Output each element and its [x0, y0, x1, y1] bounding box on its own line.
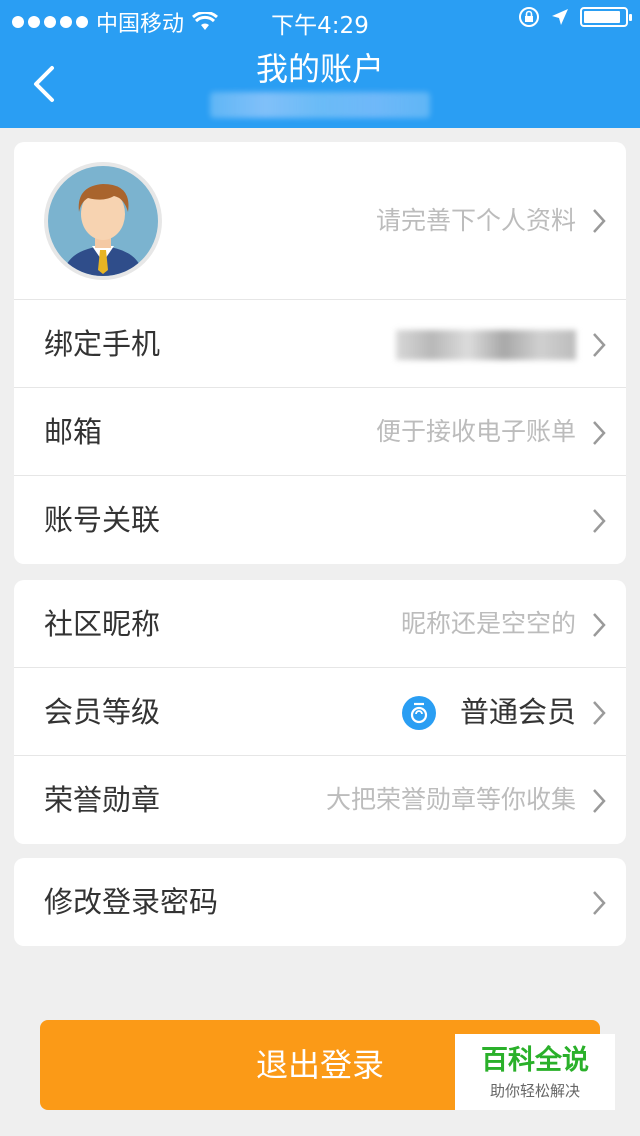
- change-password-label: 修改登录密码: [44, 885, 219, 919]
- phone-number-blurred: [396, 330, 576, 360]
- member-level-value: 普通会员: [459, 695, 576, 729]
- account-link-label: 账号关联: [44, 503, 161, 537]
- email-row[interactable]: 邮箱 便于接收电子账单: [14, 388, 626, 476]
- bind-phone-row[interactable]: 绑定手机: [14, 300, 626, 388]
- nickname-row[interactable]: 社区昵称 昵称还是空空的: [14, 580, 626, 668]
- account-link-row[interactable]: 账号关联: [14, 476, 626, 564]
- status-right: [518, 6, 632, 28]
- chevron-right-icon: [593, 789, 606, 813]
- chevron-right-icon: [593, 891, 606, 915]
- app-header: 中国移动 下午4:29 我的账户: [0, 0, 640, 128]
- chevron-right-icon: [593, 421, 606, 445]
- account-info-card: 请完善下个人资料 绑定手机 邮箱 便于接收电子账单 账号关联: [14, 142, 626, 564]
- watermark: 百科全说 助你轻松解决: [455, 1034, 615, 1110]
- honor-badge-row[interactable]: 荣誉勋章 大把荣誉勋章等你收集: [14, 756, 626, 844]
- nickname-hint: 昵称还是空空的: [400, 609, 576, 638]
- profile-row[interactable]: 请完善下个人资料: [14, 142, 626, 300]
- chevron-right-icon: [593, 613, 606, 637]
- avatar: [44, 162, 162, 280]
- nickname-label: 社区昵称: [44, 607, 161, 641]
- watermark-subtitle: 助你轻松解决: [489, 1082, 580, 1100]
- security-card: 修改登录密码: [14, 858, 626, 946]
- watermark-title: 百科全说: [481, 1045, 589, 1076]
- bind-phone-label: 绑定手机: [44, 327, 161, 361]
- chevron-right-icon: [593, 509, 606, 533]
- chevron-right-icon: [593, 209, 606, 233]
- honor-badge-label: 荣誉勋章: [44, 783, 161, 817]
- member-level-row[interactable]: 会员等级 普通会员: [14, 668, 626, 756]
- community-card: 社区昵称 昵称还是空空的 会员等级 普通会员 荣誉勋章 大把荣誉勋章等你收集: [14, 580, 626, 844]
- member-level-label: 会员等级: [44, 695, 161, 729]
- change-password-row[interactable]: 修改登录密码: [14, 858, 626, 946]
- medal-icon: [402, 696, 436, 730]
- honor-badge-hint: 大把荣誉勋章等你收集: [325, 785, 576, 814]
- email-hint: 便于接收电子账单: [375, 417, 576, 446]
- location-icon: [552, 9, 568, 25]
- page-title: 我的账户: [255, 50, 384, 88]
- status-bar: 中国移动 下午4:29: [0, 0, 640, 40]
- rotation-lock-icon: [519, 7, 539, 27]
- battery-icon: [580, 7, 632, 27]
- account-id-blurred: [210, 92, 430, 118]
- email-label: 邮箱: [44, 415, 103, 449]
- profile-hint: 请完善下个人资料: [375, 206, 576, 235]
- chevron-right-icon: [593, 701, 606, 725]
- avatar-icon: [48, 166, 158, 276]
- chevron-right-icon: [593, 333, 606, 357]
